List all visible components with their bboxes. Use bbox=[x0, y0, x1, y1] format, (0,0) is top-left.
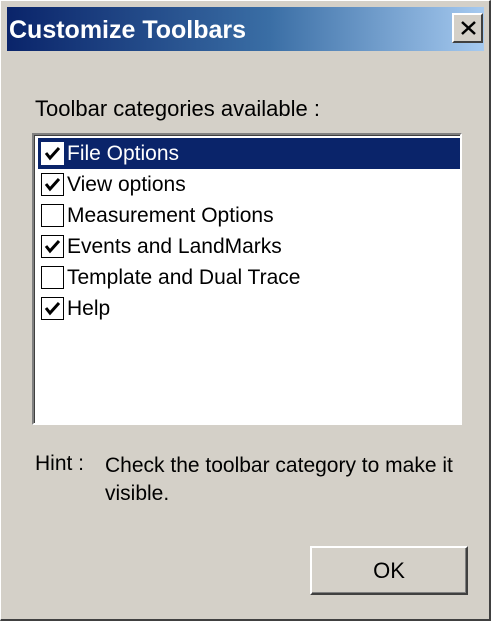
checkmark-icon bbox=[44, 301, 61, 316]
list-item-view-options[interactable]: View options bbox=[38, 169, 460, 200]
list-item-measurement-options[interactable]: Measurement Options bbox=[38, 200, 460, 231]
title-bar[interactable]: Customize Toolbars bbox=[7, 7, 484, 51]
customize-toolbars-dialog: Customize Toolbars Toolbar categories av… bbox=[0, 0, 491, 621]
checkbox[interactable] bbox=[41, 235, 64, 258]
list-item-label: Template and Dual Trace bbox=[67, 265, 301, 289]
ok-button[interactable]: OK bbox=[310, 546, 468, 595]
checkbox[interactable] bbox=[41, 142, 64, 165]
hint-label: Hint : bbox=[35, 452, 85, 475]
list-item-template-and-dual-trace[interactable]: Template and Dual Trace bbox=[38, 262, 460, 293]
list-item-label: Events and LandMarks bbox=[67, 234, 282, 258]
close-button[interactable] bbox=[452, 13, 483, 43]
close-icon bbox=[461, 21, 476, 35]
checkmark-icon bbox=[44, 177, 61, 192]
window-title: Customize Toolbars bbox=[9, 16, 247, 44]
hint-text: Check the toolbar category to make it vi… bbox=[105, 454, 453, 505]
checkbox[interactable] bbox=[41, 266, 64, 289]
list-item-file-options[interactable]: File Options bbox=[38, 138, 460, 169]
list-item-help[interactable]: Help bbox=[38, 293, 460, 324]
checkbox[interactable] bbox=[41, 297, 64, 320]
toolbar-categories-list[interactable]: File Options View options Measurement Op… bbox=[32, 133, 462, 425]
categories-label: Toolbar categories available : bbox=[35, 96, 320, 121]
list-item-label: View options bbox=[67, 172, 186, 196]
list-item-label: File Options bbox=[67, 141, 180, 165]
checkmark-icon bbox=[44, 146, 61, 161]
list-item-events-and-landmarks[interactable]: Events and LandMarks bbox=[38, 231, 460, 262]
list-item-label: Measurement Options bbox=[67, 203, 274, 227]
checkmark-icon bbox=[44, 239, 61, 254]
checkbox[interactable] bbox=[41, 204, 64, 227]
list-item-label: Help bbox=[67, 296, 111, 320]
checkbox[interactable] bbox=[41, 173, 64, 196]
